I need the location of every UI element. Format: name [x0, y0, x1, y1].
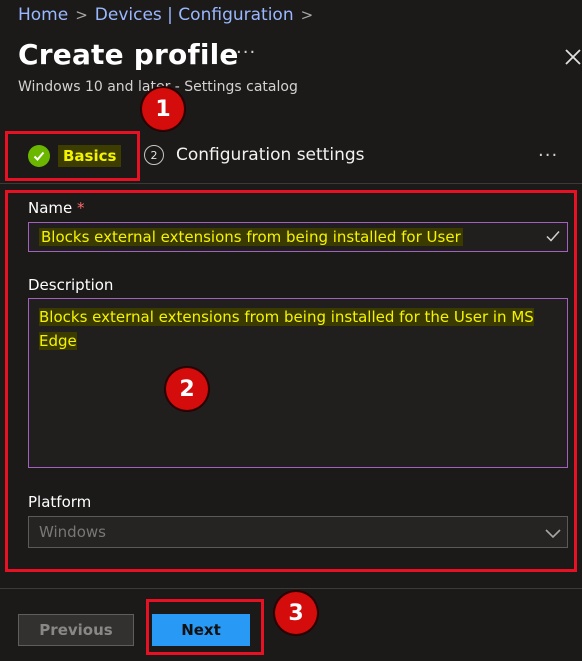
- annotation-badge-3: 3: [275, 592, 317, 634]
- footer-divider: [0, 588, 582, 589]
- annotation-box-form: [5, 190, 577, 572]
- divider: [0, 183, 582, 184]
- breadcrumb-devices-link[interactable]: Devices | Configuration: [95, 5, 294, 25]
- breadcrumb-home-link[interactable]: Home: [18, 5, 68, 25]
- more-steps-button[interactable]: ···: [538, 145, 558, 166]
- more-options-button[interactable]: ···: [236, 42, 256, 63]
- annotation-badge-1: 1: [142, 88, 184, 130]
- tab-configuration-settings-label: Configuration settings: [176, 145, 365, 165]
- breadcrumb: Home > Devices | Configuration >: [18, 4, 320, 26]
- previous-button[interactable]: Previous: [18, 614, 134, 646]
- annotation-box-next: [146, 599, 264, 655]
- page-title: Create profile: [18, 38, 239, 71]
- chevron-right-icon: >: [75, 6, 88, 24]
- annotation-box-basics: [5, 131, 140, 181]
- close-icon[interactable]: [564, 48, 582, 66]
- tab-configuration-settings[interactable]: 2 Configuration settings: [144, 145, 365, 165]
- step-number-badge: 2: [144, 145, 164, 165]
- annotation-badge-2: 2: [166, 368, 208, 410]
- chevron-right-icon: >: [300, 6, 314, 24]
